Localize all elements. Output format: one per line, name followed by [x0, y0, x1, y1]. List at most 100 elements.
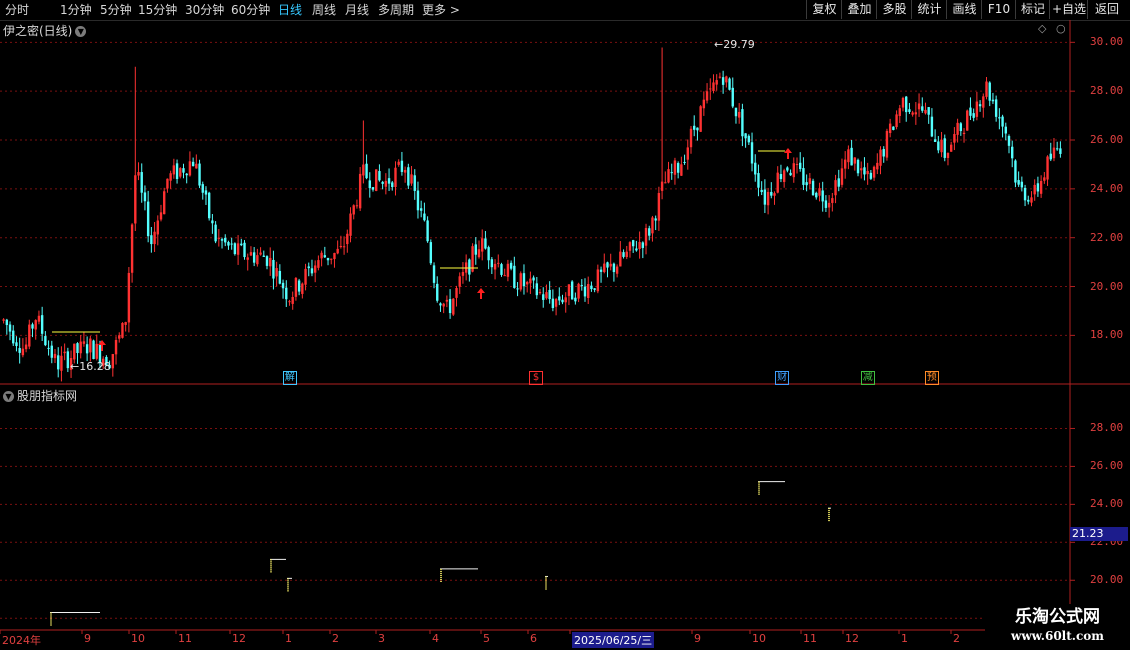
candle-body	[834, 180, 837, 196]
candle-body	[770, 191, 773, 196]
candle-body	[278, 270, 282, 284]
candle-body	[943, 138, 946, 158]
candle-body	[34, 320, 37, 330]
candle-body	[384, 180, 388, 187]
candle-body	[426, 220, 429, 242]
candle-body	[1059, 148, 1062, 154]
candle-body	[715, 80, 718, 85]
event-marker[interactable]: $	[529, 371, 543, 385]
candle-body	[660, 181, 664, 191]
candle-body	[969, 107, 972, 116]
candle-body	[930, 116, 934, 137]
event-marker[interactable]: 解	[282, 371, 297, 385]
candle-body	[381, 181, 384, 184]
x-tick-label: 5	[483, 632, 490, 645]
candle-body	[599, 269, 603, 272]
candle-body	[391, 182, 394, 188]
candle-body	[525, 281, 529, 285]
high-annotation-arrow: ←	[714, 38, 724, 51]
candle-body	[153, 231, 156, 245]
candle-body	[169, 173, 172, 181]
candle-body	[53, 353, 57, 359]
candle-body	[124, 322, 127, 325]
candle-body	[281, 282, 285, 289]
candle-body	[1014, 160, 1017, 183]
candle-body	[60, 355, 63, 371]
x-tick-label: 1	[285, 632, 292, 645]
candle-body	[551, 298, 555, 308]
candle-body	[182, 168, 185, 173]
candle-body	[24, 344, 28, 350]
candle-body	[779, 174, 783, 180]
candle-body	[301, 283, 304, 294]
candle-body	[130, 224, 134, 273]
event-marker[interactable]: 财	[775, 371, 790, 385]
candle-body	[400, 160, 404, 172]
candle-body	[654, 218, 657, 221]
candle-body	[214, 224, 217, 242]
candle-body	[1049, 153, 1052, 160]
candle-body	[705, 91, 709, 101]
candle-body	[914, 112, 918, 115]
event-marker[interactable]: 减	[860, 371, 875, 385]
candle-body	[333, 252, 336, 260]
candle-body	[882, 149, 885, 157]
candle-body	[429, 242, 433, 264]
candle-body	[349, 213, 352, 236]
candle-body	[243, 242, 246, 258]
candle-body	[731, 87, 734, 107]
watermark-title: 乐淘公式网	[1015, 607, 1100, 627]
event-marker[interactable]: 预	[924, 371, 939, 385]
low-annotation: ←16.28	[70, 360, 111, 373]
candle-body	[127, 272, 131, 323]
x-tick-label: 2024年	[2, 634, 41, 647]
candle-body	[554, 299, 558, 307]
candle-body	[657, 193, 661, 221]
candle-body	[972, 113, 975, 118]
x-tick-label: 9	[84, 632, 91, 645]
candle-body	[1055, 148, 1059, 150]
candle-body	[227, 242, 230, 246]
buy-arrow-icon	[477, 288, 485, 299]
candle-body	[439, 303, 442, 306]
candle-body	[403, 169, 407, 173]
candle-body	[921, 106, 924, 111]
candle-body	[953, 133, 956, 143]
candle-body	[21, 348, 25, 356]
candle-body	[461, 272, 465, 276]
candle-body	[693, 125, 696, 130]
candle-body	[901, 97, 905, 108]
candle-body	[249, 252, 253, 256]
candle-body	[1001, 116, 1004, 127]
candle-body	[664, 182, 667, 184]
candle-body	[1023, 187, 1027, 201]
y-tick-label: 28.00	[1090, 421, 1124, 435]
candle-body	[355, 205, 359, 207]
candle-body	[843, 159, 847, 169]
candle-body	[204, 190, 208, 195]
candle-body	[236, 243, 240, 255]
candle-body	[352, 205, 355, 215]
candle-body	[18, 348, 21, 353]
candle-body	[339, 245, 343, 247]
candle-body	[683, 161, 686, 163]
candle-body	[959, 123, 963, 132]
x-tick-label: 12	[232, 632, 246, 645]
candle-body	[330, 258, 333, 260]
candle-body	[885, 130, 889, 158]
candle-body	[445, 299, 449, 302]
candle-body	[423, 213, 426, 221]
candle-body	[744, 133, 747, 139]
candle-body	[522, 273, 526, 287]
candle-body	[988, 82, 991, 101]
high-value: 29.79	[723, 38, 755, 51]
candle-body	[387, 178, 391, 184]
candle-body	[487, 247, 490, 261]
candle-body	[837, 178, 840, 187]
y-tick-label: 20.00	[1090, 279, 1124, 293]
candle-body	[612, 263, 616, 273]
candle-body	[1046, 156, 1049, 180]
y-tick-label: 26.00	[1090, 459, 1124, 473]
candle-body	[782, 170, 786, 182]
x-tick-label: 10	[752, 632, 766, 645]
